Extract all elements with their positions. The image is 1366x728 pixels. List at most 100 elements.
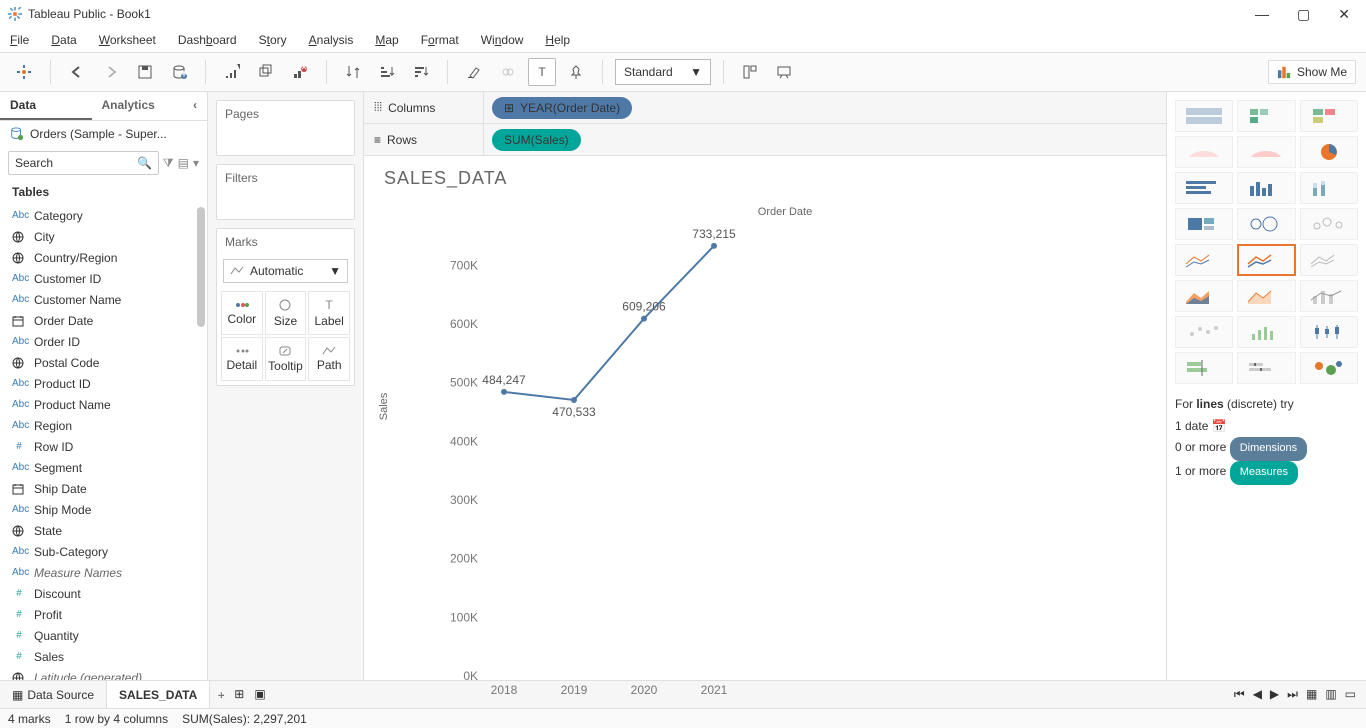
menu-window[interactable]: Window — [481, 33, 524, 47]
filmstrip-button[interactable]: ▥ — [1325, 687, 1336, 702]
menu-data[interactable]: Data — [51, 33, 76, 47]
showme-thumb-5[interactable] — [1300, 136, 1358, 168]
field-ship-mode[interactable]: AbcShip Mode — [0, 499, 207, 520]
maximize-button[interactable]: ▢ — [1297, 6, 1310, 23]
cards-button[interactable] — [736, 58, 764, 86]
showme-thumb-21[interactable] — [1175, 352, 1233, 384]
field-ship-date[interactable]: Ship Date — [0, 478, 207, 499]
mark-label[interactable]: TLabel — [308, 291, 350, 335]
prev-sheet-button[interactable]: ◀ — [1253, 687, 1262, 702]
showme-thumb-23[interactable] — [1300, 352, 1358, 384]
scrollbar[interactable] — [195, 205, 207, 680]
field-city[interactable]: City — [0, 226, 207, 247]
field-quantity[interactable]: #Quantity — [0, 625, 207, 646]
field-category[interactable]: AbcCategory — [0, 205, 207, 226]
field-state[interactable]: State — [0, 520, 207, 541]
mark-size[interactable]: Size — [265, 291, 307, 335]
showme-thumb-15[interactable] — [1175, 280, 1233, 312]
new-dashboard-button[interactable]: ⊞ — [234, 687, 244, 702]
showme-thumb-3[interactable] — [1175, 136, 1233, 168]
duplicate-button[interactable] — [252, 58, 280, 86]
field-latitude-generated-[interactable]: Latitude (generated) — [0, 667, 207, 680]
menu-analysis[interactable]: Analysis — [309, 33, 354, 47]
showme-thumb-0[interactable] — [1175, 100, 1233, 132]
chart-title[interactable]: SALES_DATA — [384, 168, 1146, 189]
showme-thumb-17[interactable] — [1300, 280, 1358, 312]
showme-thumb-8[interactable] — [1300, 172, 1358, 204]
line-chart[interactable]: 0K100K200K300K400K500K600K700K2018201920… — [444, 226, 1124, 706]
mark-detail[interactable]: Detail — [221, 337, 263, 381]
showme-thumb-16[interactable] — [1237, 280, 1295, 312]
field-segment[interactable]: AbcSegment — [0, 457, 207, 478]
swap-button[interactable] — [339, 58, 367, 86]
redo-button[interactable] — [97, 58, 125, 86]
showme-thumb-13[interactable] — [1237, 244, 1295, 276]
menu-help[interactable]: Help — [545, 33, 570, 47]
datasource-row[interactable]: Orders (Sample - Super... — [0, 121, 207, 147]
tabs-button[interactable]: ▭ — [1345, 687, 1356, 702]
showme-thumb-1[interactable] — [1237, 100, 1295, 132]
minimize-button[interactable]: — — [1255, 6, 1269, 23]
field-measure-names[interactable]: AbcMeasure Names — [0, 562, 207, 583]
fit-dropdown[interactable]: Standard▼ — [615, 59, 711, 85]
last-sheet-button[interactable]: ⏭ — [1287, 687, 1298, 702]
menu-format[interactable]: Format — [421, 33, 459, 47]
close-button[interactable]: ✕ — [1338, 6, 1350, 23]
pages-shelf[interactable]: Pages — [216, 100, 355, 156]
sort-asc-button[interactable] — [373, 58, 401, 86]
show-me-button[interactable]: Show Me — [1268, 60, 1356, 84]
sheet-sorter-button[interactable]: ▦ — [1306, 687, 1317, 702]
showme-thumb-4[interactable] — [1237, 136, 1295, 168]
field-product-name[interactable]: AbcProduct Name — [0, 394, 207, 415]
highlight-button[interactable] — [460, 58, 488, 86]
showme-thumb-9[interactable] — [1175, 208, 1233, 240]
group-button[interactable] — [494, 58, 522, 86]
field-order-id[interactable]: AbcOrder ID — [0, 331, 207, 352]
showme-thumb-10[interactable] — [1237, 208, 1295, 240]
next-sheet-button[interactable]: ▶ — [1270, 687, 1279, 702]
columns-shelf[interactable]: ⦙⦙⦙Columns ⊞YEAR(Order Date) — [364, 92, 1166, 124]
showme-thumb-2[interactable] — [1300, 100, 1358, 132]
pin-button[interactable] — [562, 58, 590, 86]
rows-pill[interactable]: SUM(Sales) — [492, 129, 581, 151]
labels-button[interactable]: T — [528, 58, 556, 86]
field-postal-code[interactable]: Postal Code — [0, 352, 207, 373]
showme-thumb-22[interactable] — [1237, 352, 1295, 384]
tab-data[interactable]: Data — [0, 92, 92, 120]
filter-icon[interactable]: ⧩ — [163, 156, 174, 171]
showme-thumb-12[interactable] — [1175, 244, 1233, 276]
tableau-icon[interactable] — [10, 58, 38, 86]
field-sales[interactable]: #Sales — [0, 646, 207, 667]
new-worksheet-button[interactable]: ▾ — [218, 58, 246, 86]
field-country-region[interactable]: Country/Region — [0, 247, 207, 268]
showme-thumb-7[interactable] — [1237, 172, 1295, 204]
field-customer-id[interactable]: AbcCustomer ID — [0, 268, 207, 289]
showme-thumb-19[interactable] — [1237, 316, 1295, 348]
new-story-button[interactable]: ▣ — [254, 687, 265, 702]
showme-thumb-18[interactable] — [1175, 316, 1233, 348]
filters-shelf[interactable]: Filters — [216, 164, 355, 220]
view-icon[interactable]: ▤ — [178, 156, 189, 170]
sort-desc-button[interactable] — [407, 58, 435, 86]
scroll-thumb[interactable] — [197, 207, 205, 327]
mark-color[interactable]: Color — [221, 291, 263, 335]
mark-tooltip[interactable]: Tooltip — [265, 337, 307, 381]
collapse-pane-button[interactable]: ‹ — [183, 92, 207, 120]
field-region[interactable]: AbcRegion — [0, 415, 207, 436]
field-customer-name[interactable]: AbcCustomer Name — [0, 289, 207, 310]
search-input[interactable]: Search 🔍 — [8, 151, 159, 175]
mark-path[interactable]: Path — [308, 337, 350, 381]
field-profit[interactable]: #Profit — [0, 604, 207, 625]
showme-thumb-20[interactable] — [1300, 316, 1358, 348]
columns-pill[interactable]: ⊞YEAR(Order Date) — [492, 97, 632, 119]
clear-button[interactable]: × — [286, 58, 314, 86]
field-sub-category[interactable]: AbcSub-Category — [0, 541, 207, 562]
tab-analytics[interactable]: Analytics — [92, 92, 184, 120]
field-list[interactable]: AbcCategoryCityCountry/RegionAbcCustomer… — [0, 205, 207, 680]
new-datasource-button[interactable]: + — [165, 58, 193, 86]
showme-thumb-6[interactable] — [1175, 172, 1233, 204]
field-discount[interactable]: #Discount — [0, 583, 207, 604]
menu-story[interactable]: Story — [259, 33, 287, 47]
showme-thumb-11[interactable] — [1300, 208, 1358, 240]
rows-shelf[interactable]: ≡Rows SUM(Sales) — [364, 124, 1166, 156]
